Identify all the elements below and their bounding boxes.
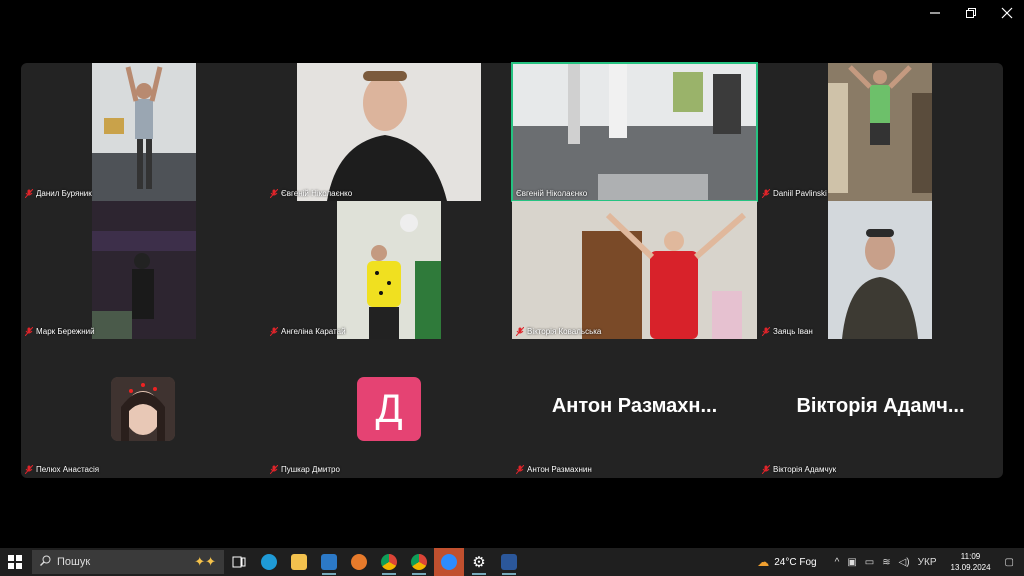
participant-name: Daniil Pavlinski — [761, 188, 827, 199]
participant-display-name: Вікторія Адамч... — [796, 395, 965, 417]
participant-video — [511, 62, 758, 202]
mic-muted-icon — [761, 464, 771, 475]
participant-display-name: Антон Размахн... — [551, 395, 718, 417]
close-icon[interactable] — [1000, 6, 1014, 20]
mic-muted-icon — [24, 188, 34, 199]
edge-icon[interactable] — [254, 548, 284, 576]
mic-muted-icon — [269, 326, 279, 337]
participant-tile[interactable]: Заяць Іван — [758, 201, 1003, 339]
video-gallery: Данил Буряник Євгеній Ніколаєнко Євгеній… — [21, 62, 1003, 478]
app-icon[interactable] — [314, 548, 344, 576]
file-explorer-icon[interactable] — [284, 548, 314, 576]
participant-name: Марк Бережний — [24, 326, 95, 337]
participant-name: Пушкар Дмитро — [269, 464, 340, 475]
letter-avatar: Д — [357, 377, 421, 441]
participant-video — [337, 201, 441, 339]
clock-date: 13.09.2024 — [950, 563, 991, 572]
chevron-up-icon[interactable]: ^ — [835, 557, 840, 568]
settings-icon[interactable]: ⚙ — [464, 548, 494, 576]
sparkle-icon: ✦✦ — [194, 554, 216, 569]
mic-muted-icon — [269, 188, 279, 199]
mic-muted-icon — [24, 464, 34, 475]
mic-muted-icon — [24, 326, 34, 337]
mic-muted-icon — [515, 464, 525, 475]
participant-tile[interactable]: Daniil Pavlinski — [758, 63, 1003, 201]
participant-video — [828, 63, 932, 201]
weather-icon: ☁ — [757, 555, 770, 569]
participant-name: Данил Буряник — [24, 188, 92, 199]
participant-video — [92, 201, 196, 339]
participant-tile[interactable]: Пелюх Анастасія — [21, 339, 266, 477]
task-view-icon[interactable] — [224, 548, 254, 576]
participant-name: Пелюх Анастасія — [24, 464, 99, 475]
clock-time: 11:09 — [960, 552, 981, 561]
search-placeholder: Пошук — [57, 556, 91, 568]
chrome-alt-icon[interactable] — [404, 548, 434, 576]
paint-icon[interactable] — [344, 548, 374, 576]
minimize-icon[interactable] — [928, 6, 942, 20]
participant-tile[interactable]: Марк Бережний — [21, 201, 266, 339]
tray-app-icon[interactable]: ▣ — [847, 557, 856, 568]
window-controls — [928, 6, 1014, 20]
weather-widget[interactable]: ☁ 24°C Fog — [757, 555, 816, 569]
participant-tile[interactable]: Євгеній Ніколаєнко — [266, 63, 511, 201]
mic-muted-icon — [761, 188, 771, 199]
language-indicator[interactable]: УКР — [918, 557, 937, 568]
profile-photo-avatar — [111, 377, 175, 441]
participant-video — [297, 63, 481, 201]
participant-name: Антон Размахнин — [515, 464, 592, 475]
taskbar-search[interactable]: Пошук ✦✦ — [32, 550, 224, 574]
search-icon — [40, 555, 51, 569]
participant-tile[interactable]: Антон Размахн... Антон Размахнин — [512, 339, 757, 477]
participant-name: Заяць Іван — [761, 326, 813, 337]
system-tray: ☁ 24°C Fog ^ ▣ ▭ ≋ ◁) УКР 11:09 13.09.20… — [757, 548, 1024, 576]
participant-name: Вікторія Ковальська — [515, 326, 601, 337]
participant-name: Євгеній Ніколаєнко — [269, 188, 352, 199]
participant-name: Євгеній Ніколаєнко — [516, 189, 588, 198]
mic-muted-icon — [515, 326, 525, 337]
taskbar: Пошук ✦✦ ⚙ ☁ 24°C Fog ^ ▣ ▭ ≋ ◁) УКР 11:… — [0, 548, 1024, 576]
clock[interactable]: 11:09 13.09.2024 — [951, 551, 991, 573]
participant-tile[interactable]: Вікторія Адамч... Вікторія Адамчук — [758, 339, 1003, 477]
participant-tile[interactable]: Вікторія Ковальська — [512, 201, 757, 339]
zoom-icon[interactable] — [434, 548, 464, 576]
participant-video — [512, 201, 757, 339]
participant-name: Вікторія Адамчук — [761, 464, 836, 475]
participant-tile-active-speaker[interactable]: Євгеній Ніколаєнко — [511, 62, 758, 202]
battery-icon[interactable]: ▭ — [865, 557, 874, 568]
windows-start-icon[interactable] — [0, 548, 30, 576]
participant-name: Ангеліна Каратай — [269, 326, 346, 337]
participant-video — [828, 201, 932, 339]
volume-icon[interactable]: ◁) — [899, 557, 910, 568]
notification-icon[interactable]: ▢ — [1005, 557, 1014, 568]
participant-tile[interactable]: Д Пушкар Дмитро — [266, 339, 511, 477]
wifi-icon[interactable]: ≋ — [882, 557, 890, 568]
mic-muted-icon — [761, 326, 771, 337]
participant-video — [92, 63, 196, 201]
mic-muted-icon — [269, 464, 279, 475]
restore-icon[interactable] — [964, 6, 978, 20]
word-icon[interactable] — [494, 548, 524, 576]
participant-tile[interactable]: Данил Буряник — [21, 63, 266, 201]
chrome-icon[interactable] — [374, 548, 404, 576]
participant-tile[interactable]: Ангеліна Каратай — [266, 201, 511, 339]
